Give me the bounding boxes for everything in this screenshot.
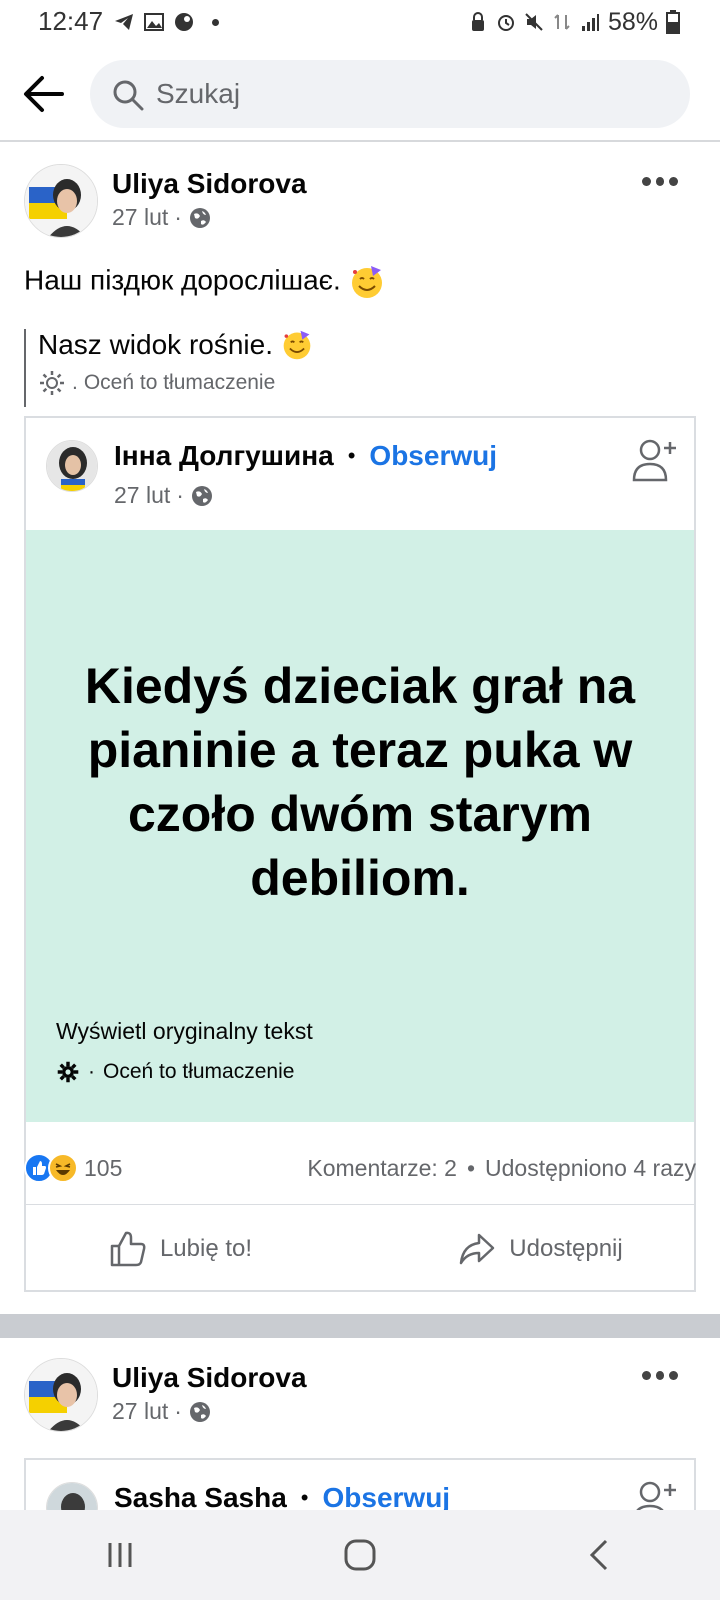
stats-separator: • bbox=[466, 1154, 476, 1181]
translation-text: Nasz widok rośnie. bbox=[38, 329, 273, 360]
avatar[interactable] bbox=[24, 1358, 98, 1432]
globe-icon bbox=[191, 485, 212, 506]
back-button[interactable] bbox=[570, 1525, 630, 1585]
avatar[interactable] bbox=[24, 164, 98, 238]
engagement-stats: Komentarze: 2 • Udostępniono 4 razy bbox=[307, 1155, 696, 1182]
recent-apps-button[interactable] bbox=[90, 1525, 150, 1585]
rate-translation-row[interactable]: · Oceń to tłumaczenie bbox=[56, 1060, 294, 1084]
author-name[interactable]: Uliya Sidorova bbox=[112, 168, 307, 200]
globe-icon bbox=[189, 207, 210, 228]
search-header bbox=[0, 46, 720, 142]
shared-post-date[interactable]: 27 lut bbox=[114, 482, 170, 509]
name-separator: • bbox=[347, 443, 356, 468]
show-original-link[interactable]: Wyświetl oryginalny tekst bbox=[56, 1018, 313, 1045]
app-icon bbox=[175, 13, 193, 31]
like-button[interactable]: Lubię to! bbox=[0, 1208, 360, 1290]
add-friend-icon[interactable] bbox=[630, 436, 678, 484]
share-arrow-icon bbox=[460, 1233, 495, 1265]
globe-icon bbox=[189, 1401, 210, 1422]
more-notifications-icon bbox=[212, 18, 219, 26]
post-meta: 27 lut · bbox=[112, 1398, 212, 1425]
post-actions: Lubię to! Udostępnij bbox=[0, 1208, 720, 1290]
thumbs-up-icon bbox=[110, 1231, 146, 1267]
reactions-row: 105 Komentarze: 2 • Udostępniono 4 razy bbox=[24, 1148, 696, 1188]
reaction-icons bbox=[24, 1153, 78, 1183]
shared-post-meta: 27 lut · bbox=[114, 482, 214, 509]
meta-separator: · bbox=[176, 482, 184, 508]
shared-name-row: Інна Долгушина • Obserwuj bbox=[114, 440, 497, 472]
post: Uliya Sidorova 27 lut · Sasha Sasha • Ob… bbox=[0, 1338, 720, 1538]
haha-reaction-icon bbox=[48, 1153, 78, 1183]
reactions-count: 105 bbox=[84, 1154, 123, 1181]
recent-apps-icon bbox=[108, 1543, 132, 1567]
settings-gear-icon bbox=[40, 371, 64, 395]
telegram-icon bbox=[115, 14, 133, 30]
gallery-icon bbox=[144, 13, 164, 31]
home-icon bbox=[344, 1539, 376, 1571]
battery-icon bbox=[666, 10, 680, 34]
translation-block: Nasz widok rośnie. . Oceń to tłumaczenie bbox=[24, 329, 424, 407]
post: Uliya Sidorova 27 lut · Наш піздюк дорос… bbox=[0, 144, 720, 1314]
alarm-icon bbox=[497, 15, 514, 31]
post-meta: 27 lut · bbox=[112, 204, 212, 231]
rate-translation-link[interactable]: Oceń to tłumaczenie bbox=[84, 371, 275, 395]
party-face-emoji-icon bbox=[283, 330, 311, 360]
back-chevron-icon bbox=[589, 1539, 608, 1571]
post-date[interactable]: 27 lut bbox=[112, 1398, 168, 1425]
follow-link[interactable]: Obserwuj bbox=[369, 440, 497, 472]
shared-author-name[interactable]: Інна Долгушина bbox=[114, 440, 334, 472]
party-face-emoji-icon bbox=[351, 266, 382, 298]
shared-post-content[interactable]: Kiedyś dzieciak grał na pianinie a teraz… bbox=[26, 530, 694, 1122]
meta-separator: · bbox=[174, 204, 182, 230]
reactions-summary[interactable]: 105 bbox=[24, 1153, 122, 1183]
avatar-image bbox=[25, 165, 97, 237]
author-name[interactable]: Uliya Sidorova bbox=[112, 1362, 307, 1394]
comments-count[interactable]: Komentarze: 2 bbox=[307, 1155, 457, 1182]
rate-separator: · bbox=[88, 1060, 95, 1083]
search-box[interactable] bbox=[90, 60, 690, 128]
status-time: 12:47 bbox=[38, 6, 104, 36]
mute-icon bbox=[525, 13, 543, 31]
signal-icon bbox=[581, 14, 599, 31]
more-options-icon[interactable] bbox=[642, 174, 679, 188]
shares-count[interactable]: Udostępniono 4 razy bbox=[485, 1155, 696, 1182]
avatar-image bbox=[25, 1359, 97, 1431]
system-icons: 58% bbox=[468, 6, 680, 38]
status-bar: 12:47 58% bbox=[0, 0, 720, 46]
shared-avatar-image bbox=[47, 441, 97, 491]
translation-text-row: Nasz widok rośnie. bbox=[38, 329, 424, 361]
shared-author-avatar[interactable] bbox=[46, 440, 98, 492]
share-button[interactable]: Udostępnij bbox=[360, 1208, 720, 1290]
home-button[interactable] bbox=[330, 1525, 390, 1585]
data-icon bbox=[554, 14, 570, 30]
notification-icons bbox=[114, 8, 219, 36]
feed-separator bbox=[0, 1314, 720, 1338]
settings-gear-icon bbox=[57, 1061, 79, 1083]
more-options-icon[interactable] bbox=[642, 1368, 679, 1382]
rate-translation-link[interactable]: Oceń to tłumaczenie bbox=[103, 1060, 294, 1084]
like-label: Lubię to! bbox=[159, 1235, 253, 1262]
rate-translation-row[interactable]: . Oceń to tłumaczenie bbox=[38, 369, 424, 397]
divider bbox=[24, 1204, 696, 1205]
name-separator: • bbox=[300, 1485, 309, 1510]
search-input[interactable] bbox=[156, 60, 656, 128]
post-text-content: Наш піздюк дорослішає. bbox=[24, 264, 341, 296]
lock-icon bbox=[471, 12, 484, 31]
back-arrow-icon[interactable] bbox=[22, 72, 66, 116]
search-icon bbox=[113, 80, 144, 111]
share-label: Udostępnij bbox=[509, 1235, 623, 1262]
system-navigation-bar bbox=[0, 1510, 720, 1600]
post-text: Наш піздюк дорослішає. bbox=[24, 264, 385, 300]
battery-percent: 58% bbox=[607, 7, 658, 36]
post-date[interactable]: 27 lut bbox=[112, 204, 168, 231]
rate-separator: . bbox=[72, 371, 78, 394]
shared-post-header: Інна Долгушина • Obserwuj 27 lut · bbox=[26, 418, 694, 530]
shared-post-text: Kiedyś dzieciak grał na pianinie a teraz… bbox=[84, 658, 636, 906]
meta-separator: · bbox=[174, 1398, 182, 1424]
